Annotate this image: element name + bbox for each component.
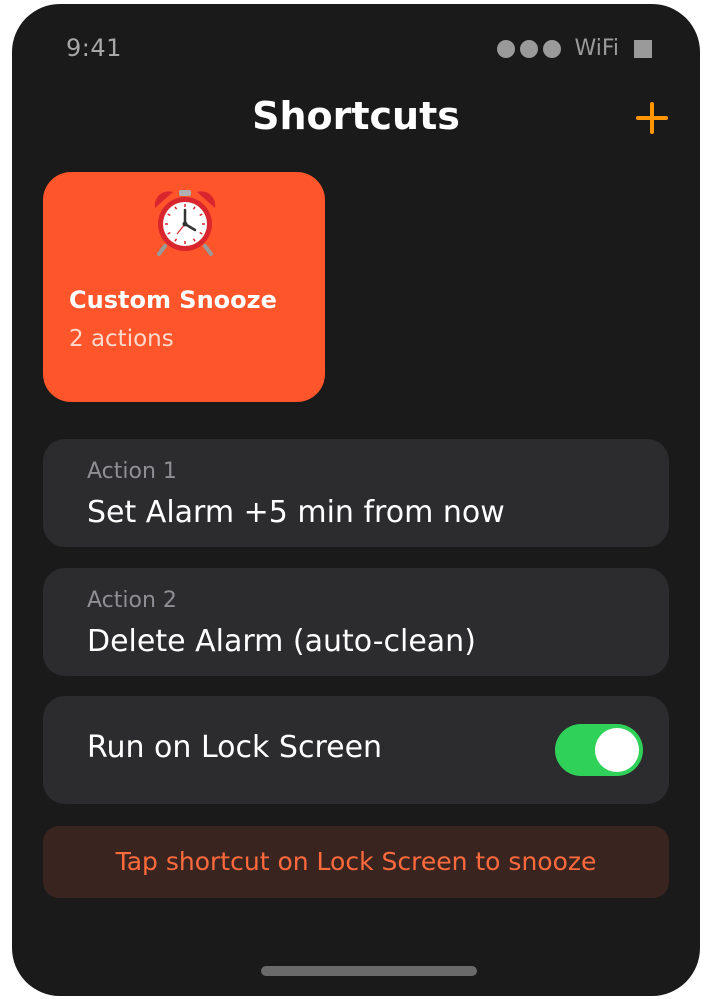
action-card-2[interactable]: Action 2 Delete Alarm (auto-clean) [43,568,669,676]
plus-icon[interactable] [634,100,670,136]
signal-dot [520,39,539,58]
toggle-knob [595,728,639,772]
signal-dot [543,39,562,58]
alarm-clock-icon [154,190,216,256]
action-card-1[interactable]: Action 1 Set Alarm +5 min from now [43,439,669,547]
signal-dot [497,39,516,58]
battery-icon [634,39,652,58]
wifi-label: WiFi [574,36,619,61]
home-indicator[interactable] [261,966,477,976]
phone-screen: 9:41 WiFi Shortcuts Custom Snooze 2 acti… [12,4,700,996]
page-title: Shortcuts [252,94,460,138]
shortcut-title: Custom Snooze [69,286,277,314]
signal-dots-icon [497,39,562,58]
status-time: 9:41 [66,34,122,62]
lock-screen-toggle[interactable] [555,724,643,776]
lock-screen-row: Run on Lock Screen [43,696,669,804]
shortcut-subtitle: 2 actions [69,326,174,352]
action-value: Set Alarm +5 min from now [87,495,505,530]
lock-screen-label: Run on Lock Screen [87,730,383,765]
shortcut-tile-custom-snooze[interactable]: Custom Snooze 2 actions [43,172,325,402]
action-value: Delete Alarm (auto-clean) [87,624,476,659]
action-label: Action 1 [87,459,177,484]
status-indicators: WiFi [497,36,652,61]
status-bar: 9:41 WiFi [12,4,700,94]
hint-banner: Tap shortcut on Lock Screen to snooze [43,826,669,898]
action-label: Action 2 [87,588,177,613]
